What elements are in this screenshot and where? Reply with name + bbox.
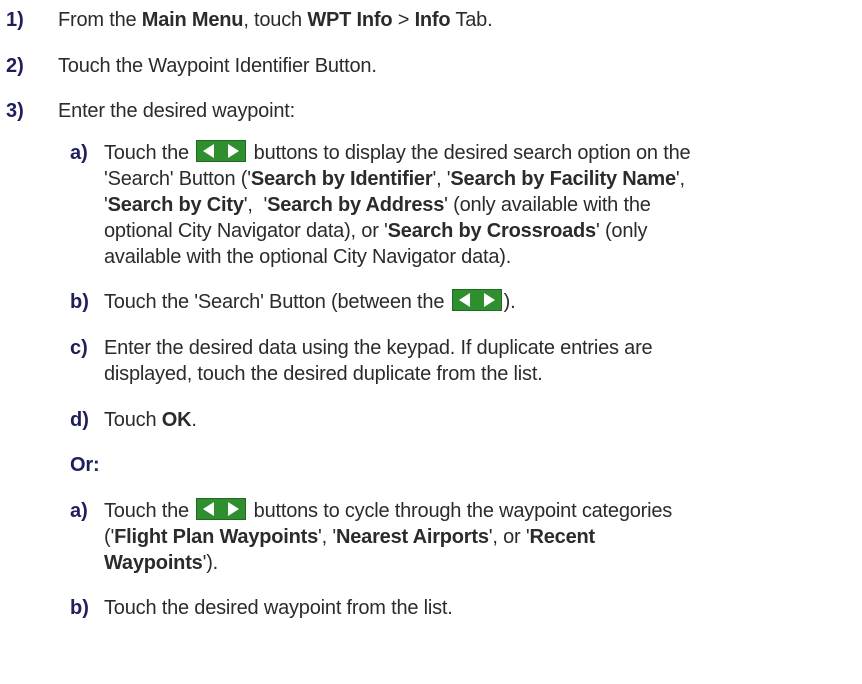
step-1-text: From the Main Menu, touch WPT Info > Inf…: [58, 7, 493, 33]
step-number-3: 3): [6, 100, 24, 122]
alt-substep-b-text: Touch the desired waypoint from the list…: [104, 597, 453, 619]
ok-label: OK: [161, 409, 192, 431]
text-fragment: 'Search' Button (': [104, 168, 251, 190]
substep-c-line-1: Enter the desired data using the keypad.…: [104, 337, 653, 359]
recent-waypoints-label-part-1: Recent: [529, 526, 595, 548]
text-fragment: ').: [202, 552, 219, 574]
text-fragment: ).: [503, 291, 516, 313]
substep-a-line-4: optional City Navigator data), or 'Searc…: [104, 218, 647, 244]
nearest-airports-label: Nearest Airports: [336, 526, 489, 548]
right-arrow-icon: [228, 144, 240, 158]
text-fragment: (': [104, 526, 115, 548]
left-arrow-icon: [203, 144, 215, 158]
wpt-info-label: WPT Info: [307, 9, 393, 31]
substep-b-text: Touch the 'Search' Button (between the )…: [104, 289, 516, 315]
substep-label-a: a): [70, 142, 88, 164]
step-3-text: Enter the desired waypoint:: [58, 100, 295, 122]
step-1-text-c: , touch: [243, 9, 308, 31]
text-fragment: Touch the: [104, 500, 195, 522]
step-1-text-g: Tab.: [450, 9, 493, 31]
step-number-2: 2): [6, 55, 24, 77]
substep-a-text-post: buttons to display the desired search op…: [248, 142, 691, 164]
main-menu-label: Main Menu: [141, 9, 244, 31]
alt-substep-a-line-1: Touch the buttons to cycle through the w…: [104, 498, 672, 524]
alt-substep-label-a: a): [70, 500, 88, 522]
left-right-arrow-buttons-icon: [196, 498, 247, 520]
or-label: Or:: [70, 454, 100, 476]
text-fragment: ', ': [243, 194, 268, 216]
search-by-address-label: Search by Address: [267, 194, 445, 216]
alt-substep-label-b: b): [70, 597, 89, 619]
substep-a-line-1: Touch the buttons to display the desired…: [104, 140, 691, 166]
right-arrow-icon: [483, 293, 495, 307]
substep-label-c: c): [70, 337, 88, 359]
substep-a-line-5: available with the optional City Navigat…: [104, 246, 512, 268]
search-by-city-label: Search by City: [107, 194, 244, 216]
substep-a-line-2: 'Search' Button ('Search by Identifier',…: [104, 166, 685, 192]
step-1-text-a: From the: [58, 9, 142, 31]
right-arrow-icon: [228, 502, 240, 516]
step-number-1: 1): [6, 9, 24, 31]
text-fragment: ' (only: [595, 220, 648, 242]
info-tab-label: Info: [414, 9, 451, 31]
left-right-arrow-buttons-icon: [451, 289, 502, 311]
search-by-facility-name-label: Search by Facility Name: [450, 168, 676, 190]
text-fragment: Touch the 'Search' Button (between the: [104, 291, 450, 313]
instruction-document: 1) From the Main Menu, touch WPT Info > …: [0, 0, 862, 684]
left-arrow-icon: [458, 293, 470, 307]
substep-a-line-3: 'Search by City', 'Search by Address' (o…: [104, 192, 651, 218]
search-by-identifier-label: Search by Identifier: [250, 168, 433, 190]
text-fragment: ',: [675, 168, 685, 190]
alt-substep-a-line-3: Waypoints').: [104, 550, 218, 576]
search-by-crossroads-label: Search by Crossroads: [387, 220, 597, 242]
text-fragment: .: [191, 409, 197, 431]
text-fragment: ', ': [432, 168, 451, 190]
recent-waypoints-label-part-2: Waypoints: [104, 552, 203, 574]
step-2-text: Touch the Waypoint Identifier Button.: [58, 55, 377, 77]
step-1-separator: >: [392, 9, 415, 31]
substep-c-line-2: displayed, touch the desired duplicate f…: [104, 363, 543, 385]
text-fragment: Touch: [104, 409, 162, 431]
text-fragment: buttons to cycle through the waypoint ca…: [248, 500, 673, 522]
text-fragment: ', ': [318, 526, 336, 548]
text-fragment: optional City Navigator data), or ': [104, 220, 388, 242]
substep-label-d: d): [70, 409, 89, 431]
substep-d-text: Touch OK.: [104, 407, 197, 433]
left-right-arrow-buttons-icon: [196, 140, 247, 162]
left-arrow-icon: [203, 502, 215, 516]
text-fragment: ', or ': [488, 526, 530, 548]
substep-a-text-pre: Touch the: [104, 142, 195, 164]
alt-substep-a-line-2: ('Flight Plan Waypoints', 'Nearest Airpo…: [104, 524, 595, 550]
text-fragment: ' (only available with the: [444, 194, 651, 216]
substep-label-b: b): [70, 291, 89, 313]
flight-plan-waypoints-label: Flight Plan Waypoints: [114, 526, 319, 548]
